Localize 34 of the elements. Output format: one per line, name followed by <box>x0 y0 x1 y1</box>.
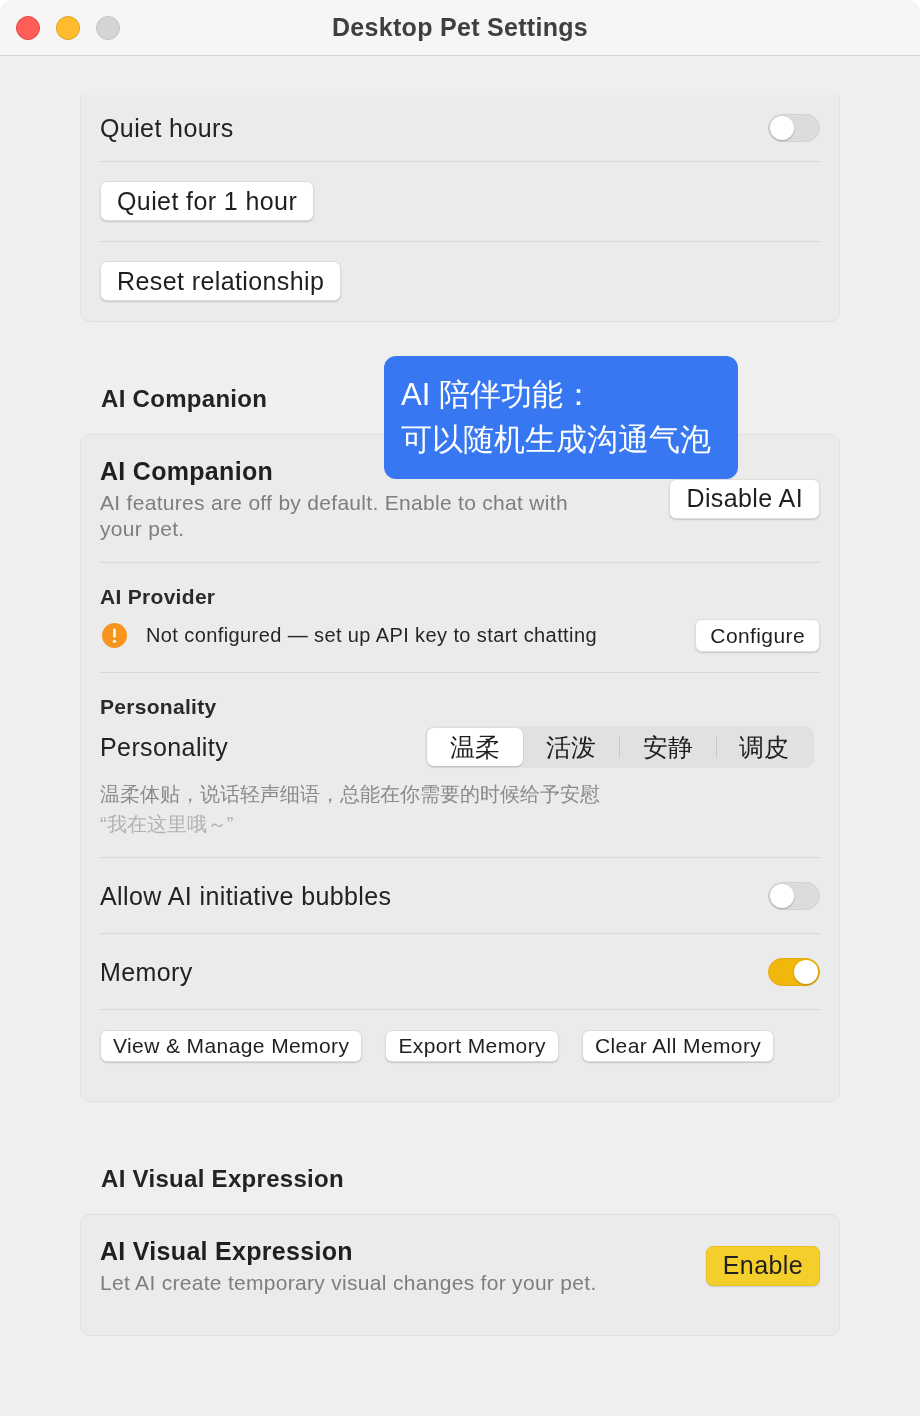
button[interactable]: Quiet for 1 hour <box>100 181 315 221</box>
personality-quote: “我在这里哦～” <box>100 812 234 837</box>
button[interactable]: Reset relationship <box>100 261 342 301</box>
button[interactable]: Configure <box>695 619 820 652</box>
toggle-switch[interactable] <box>768 881 820 910</box>
section-heading: AI Visual Expression <box>101 1164 344 1194</box>
close-button[interactable] <box>16 15 40 40</box>
segment-tab[interactable]: 温柔 <box>427 728 523 766</box>
field-label: Personality <box>100 694 217 720</box>
setting-label: Allow AI initiative bubbles <box>100 880 392 912</box>
button[interactable]: Disable AI <box>669 478 820 519</box>
field-label: AI Provider <box>100 584 216 610</box>
segment-tab[interactable]: 活泼 <box>523 728 619 766</box>
button[interactable]: Enable <box>705 1245 820 1286</box>
card-subtitle: Let AI create temporary visual changes for your pet. <box>100 1270 597 1296</box>
annotation-callout: AI 陪伴功能： 可以随机生成沟通气泡 <box>384 356 738 479</box>
minimize-button[interactable] <box>56 15 80 40</box>
setting-label: Quiet hours <box>100 113 234 144</box>
status-text: Not configured — set up API key to start chatting <box>146 624 597 647</box>
section-heading: AI Companion <box>101 384 268 414</box>
personality-description: 温柔体贴，说话轻声细语，总能在你需要的时候给予安慰 <box>100 782 600 807</box>
segment-tab[interactable]: 安静 <box>620 728 716 766</box>
setting-label: Memory <box>100 956 193 988</box>
card-title: AI Visual Expression <box>100 1236 353 1267</box>
button[interactable]: Clear All Memory <box>581 1030 775 1062</box>
button[interactable]: View & Manage Memory <box>100 1030 363 1062</box>
window-title: Desktop Pet Settings <box>331 13 589 42</box>
setting-label: Personality <box>100 732 229 763</box>
toggle-switch[interactable] <box>768 114 820 142</box>
button[interactable]: Export Memory <box>385 1030 559 1062</box>
segment-tab[interactable]: 调皮 <box>716 728 812 766</box>
card-title: AI Companion <box>100 456 274 487</box>
card-subtitle: AI features are off by default. Enable to chat with your pet. <box>100 490 569 542</box>
toggle-switch[interactable] <box>768 957 820 986</box>
